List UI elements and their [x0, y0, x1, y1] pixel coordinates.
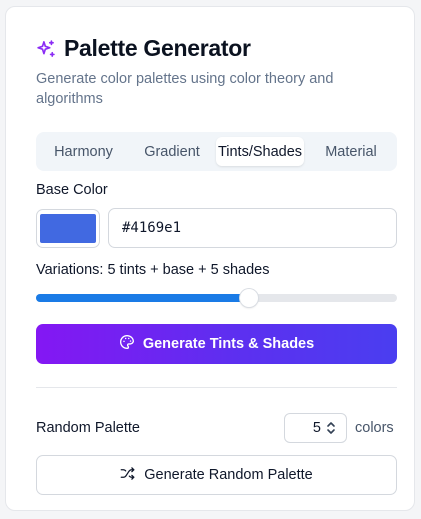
section-divider	[36, 387, 397, 388]
color-count-value: 5	[312, 420, 321, 436]
color-swatch	[40, 214, 96, 243]
shuffle-icon	[120, 466, 135, 485]
tab-gradient[interactable]: Gradient	[132, 137, 212, 166]
generate-random-palette-button[interactable]: Generate Random Palette	[36, 455, 397, 495]
generate-tints-shades-button[interactable]: Generate Tints & Shades	[36, 324, 397, 364]
palette-icon	[119, 334, 135, 354]
generate-tints-shades-label: Generate Tints & Shades	[142, 336, 315, 352]
base-color-label: Base Color	[36, 182, 108, 198]
colors-unit-label: colors	[355, 420, 394, 436]
page-title: Palette Generator	[64, 35, 251, 61]
random-palette-label: Random Palette	[36, 420, 140, 436]
slider-fill	[36, 294, 249, 302]
sparkles-icon	[36, 39, 56, 59]
color-picker[interactable]	[36, 209, 100, 248]
header: Palette Generator	[36, 35, 251, 62]
mode-tabs: Harmony Gradient Tints/Shades Material	[36, 132, 397, 171]
slider-thumb[interactable]	[239, 289, 258, 307]
chevrons-up-down-icon[interactable]	[325, 420, 337, 436]
variations-label: Variations: 5 tints + base + 5 shades	[36, 262, 270, 278]
generate-random-palette-label: Generate Random Palette	[144, 467, 313, 483]
hex-color-input[interactable]	[108, 208, 397, 248]
color-count-input[interactable]: 5	[284, 413, 347, 443]
palette-generator-card: Palette Generator Generate color palette…	[5, 6, 415, 511]
page-subtitle: Generate color palettes using color theo…	[36, 71, 334, 107]
variations-slider[interactable]	[36, 289, 397, 307]
tab-harmony[interactable]: Harmony	[41, 137, 126, 166]
tab-tints-shades[interactable]: Tints/Shades	[216, 137, 304, 166]
tab-material[interactable]: Material	[310, 137, 392, 166]
slider-track	[36, 294, 397, 302]
